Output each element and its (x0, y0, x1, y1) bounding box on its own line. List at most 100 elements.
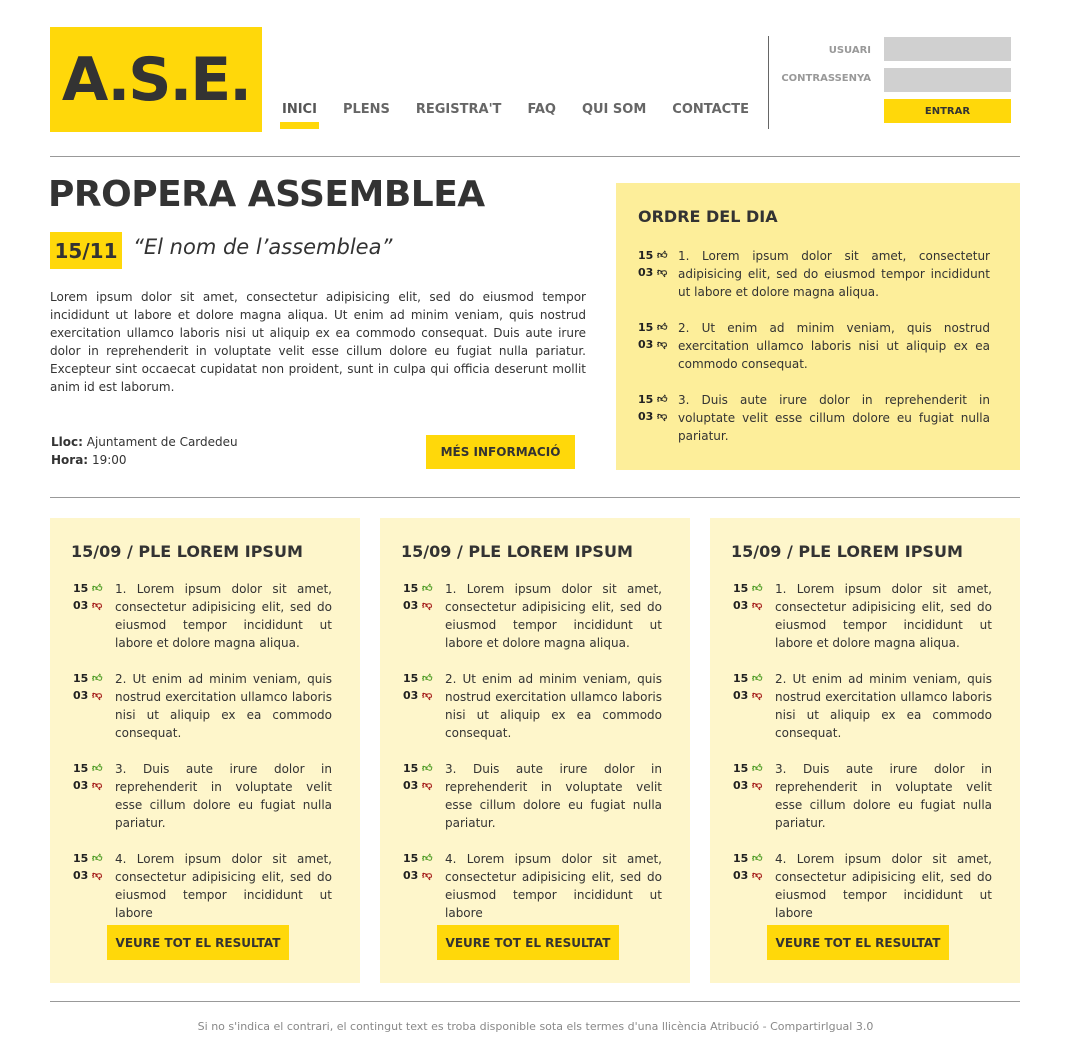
user-input[interactable] (884, 37, 1011, 61)
votes-down-count: 03 (403, 779, 419, 792)
thumbs-down-icon: 👎︎ (422, 600, 433, 611)
thumbs-down-icon: 👎︎ (657, 411, 668, 422)
divider (50, 156, 1020, 157)
votes-up-count: 15 (73, 852, 89, 865)
vote-counts: 15 👍︎ 03 👎︎ (71, 580, 115, 652)
vote-item: 15 👍︎ 03 👎︎ 2. Ut enim ad minim veniam, quis… (71, 670, 332, 742)
site-logo[interactable]: A.S.E. (50, 27, 262, 132)
vote-item: 15 👍︎ 03 👎︎ 2. Ut enim ad minim veniam, quis… (731, 670, 992, 742)
vote-counts: 15 👍︎ 03 👎︎ (401, 850, 445, 922)
thumbs-up-icon: 👍︎ (92, 853, 103, 864)
thumbs-down-icon: 👎︎ (657, 267, 668, 278)
votes-down-count: 03 (638, 338, 654, 351)
vote-counts: 15 👍︎ 03 👎︎ (71, 760, 115, 832)
vote-counts: 15 👍︎ 03 👎︎ (401, 670, 445, 742)
nav-item-contacte[interactable]: CONTACTE (672, 102, 749, 117)
assembly-date-badge: 15/11 (50, 232, 122, 269)
main-nav: INICI PLENS REGISTRA'T FAQ QUI SOM CONTA… (280, 102, 775, 129)
vote-counts: 15 👍︎ 03 👎︎ (71, 670, 115, 742)
thumbs-up-icon: 👍︎ (657, 250, 668, 261)
item-text: 3. Duis aute irure dolor in reprehenderi… (445, 762, 662, 830)
password-input[interactable] (884, 68, 1011, 92)
nav-item-plens[interactable]: PLENS (343, 102, 390, 117)
votes-up-count: 15 (73, 762, 89, 775)
vote-item: 15 👍︎ 03 👎︎ 1. Lorem ipsum dolor sit amet, c… (401, 580, 662, 652)
votes-up-count: 15 (733, 582, 749, 595)
vote-counts: 15 👍︎ 03 👎︎ (401, 580, 445, 652)
votes-down-count: 03 (403, 599, 419, 612)
view-results-button[interactable]: VEURE TOT EL RESULTAT (767, 925, 949, 960)
thumbs-down-icon: 👎︎ (422, 870, 433, 881)
votes-up-count: 15 (733, 762, 749, 775)
item-text: 2. Ut enim ad minim veniam, quis nostrud… (678, 321, 990, 371)
item-text: 3. Duis aute irure dolor in reprehenderi… (678, 393, 990, 443)
vote-counts: 15 👍︎ 03 👎︎ (638, 319, 678, 373)
item-text: 2. Ut enim ad minim veniam, quis nostrud… (775, 672, 992, 740)
view-results-button[interactable]: VEURE TOT EL RESULTAT (107, 925, 289, 960)
place-label: Lloc: (51, 435, 83, 449)
vote-item: 15 👍︎ 03 👎︎ 4. Lorem ipsum dolor sit amet, c… (71, 850, 332, 922)
item-text: 4. Lorem ipsum dolor sit amet, consectet… (445, 852, 662, 920)
thumbs-up-icon: 👍︎ (657, 394, 668, 405)
thumbs-down-icon: 👎︎ (422, 780, 433, 791)
item-text: 1. Lorem ipsum dolor sit amet, consectet… (775, 582, 992, 650)
thumbs-up-icon: 👍︎ (92, 763, 103, 774)
vote-item: 15 👍︎ 03 👎︎ 2. Ut enim ad minim veniam, quis… (638, 319, 990, 373)
thumbs-up-icon: 👍︎ (422, 673, 433, 684)
nav-item-qui-som[interactable]: QUI SOM (582, 102, 646, 117)
nav-item-faq[interactable]: FAQ (527, 102, 556, 117)
vote-counts: 15 👍︎ 03 👎︎ (638, 247, 678, 301)
vote-counts: 15 👍︎ 03 👎︎ (731, 850, 775, 922)
assembly-description: Lorem ipsum dolor sit amet, consectetur … (50, 290, 586, 394)
item-text: 3. Duis aute irure dolor in reprehenderi… (115, 762, 332, 830)
assembly-place: Lloc: Ajuntament de Cardedeu (51, 435, 238, 449)
vote-counts: 15 👍︎ 03 👎︎ (71, 850, 115, 922)
nav-item-registrat[interactable]: REGISTRA'T (416, 102, 502, 117)
plenary-cards: 15/09 / PLE LOREM IPSUM 15 👍︎ 03 👎︎ 1. Lorem … (50, 518, 1040, 983)
thumbs-down-icon: 👎︎ (92, 690, 103, 701)
view-results-button[interactable]: VEURE TOT EL RESULTAT (437, 925, 619, 960)
item-text: 4. Lorem ipsum dolor sit amet, consectet… (115, 852, 332, 920)
assembly-name: “El nom de l’assemblea” (133, 235, 393, 259)
thumbs-down-icon: 👎︎ (92, 600, 103, 611)
login-divider (768, 36, 769, 129)
votes-down-count: 03 (638, 410, 654, 423)
logo-text: A.S.E. (61, 44, 252, 115)
thumbs-up-icon: 👍︎ (422, 763, 433, 774)
password-label: CONTRASSENYA (781, 73, 871, 84)
more-info-button[interactable]: MÉS INFORMACIÓ (426, 435, 575, 469)
divider (50, 1001, 1020, 1002)
vote-item: 15 👍︎ 03 👎︎ 1. Lorem ipsum dolor sit amet, c… (71, 580, 332, 652)
votes-down-count: 03 (403, 689, 419, 702)
vote-item: 15 👍︎ 03 👎︎ 2. Ut enim ad minim veniam, quis… (401, 670, 662, 742)
votes-down-count: 03 (403, 869, 419, 882)
nav-item-inici[interactable]: INICI (280, 102, 319, 129)
page-title: PROPERA ASSEMBLEA (48, 174, 485, 215)
votes-up-count: 15 (403, 762, 419, 775)
votes-down-count: 03 (733, 779, 749, 792)
item-text: 1. Lorem ipsum dolor sit amet, consectet… (445, 582, 662, 650)
plenary-title: 15/09 / PLE LOREM IPSUM (731, 542, 963, 561)
agenda-title: ORDRE DEL DIA (638, 207, 778, 226)
login-submit-button[interactable]: ENTRAR (884, 99, 1011, 123)
thumbs-up-icon: 👍︎ (752, 673, 763, 684)
votes-up-count: 15 (403, 582, 419, 595)
thumbs-up-icon: 👍︎ (657, 322, 668, 333)
item-text: 1. Lorem ipsum dolor sit amet, consectet… (678, 249, 990, 299)
time-value: 19:00 (91, 453, 127, 467)
plenary-title: 15/09 / PLE LOREM IPSUM (401, 542, 633, 561)
votes-down-count: 03 (73, 779, 89, 792)
plenary-card: 15/09 / PLE LOREM IPSUM 15 👍︎ 03 👎︎ 1. Lorem … (50, 518, 360, 983)
votes-up-count: 15 (733, 852, 749, 865)
votes-down-count: 03 (733, 689, 749, 702)
votes-up-count: 15 (73, 582, 89, 595)
votes-up-count: 15 (638, 393, 654, 406)
plenary-card: 15/09 / PLE LOREM IPSUM 15 👍︎ 03 👎︎ 1. Lorem … (380, 518, 690, 983)
thumbs-up-icon: 👍︎ (752, 853, 763, 864)
vote-item: 15 👍︎ 03 👎︎ 3. Duis aute irure dolor in repr… (401, 760, 662, 832)
plenary-title: 15/09 / PLE LOREM IPSUM (71, 542, 303, 561)
thumbs-up-icon: 👍︎ (92, 583, 103, 594)
thumbs-down-icon: 👎︎ (752, 600, 763, 611)
user-label: USUARI (828, 45, 871, 56)
vote-counts: 15 👍︎ 03 👎︎ (731, 580, 775, 652)
